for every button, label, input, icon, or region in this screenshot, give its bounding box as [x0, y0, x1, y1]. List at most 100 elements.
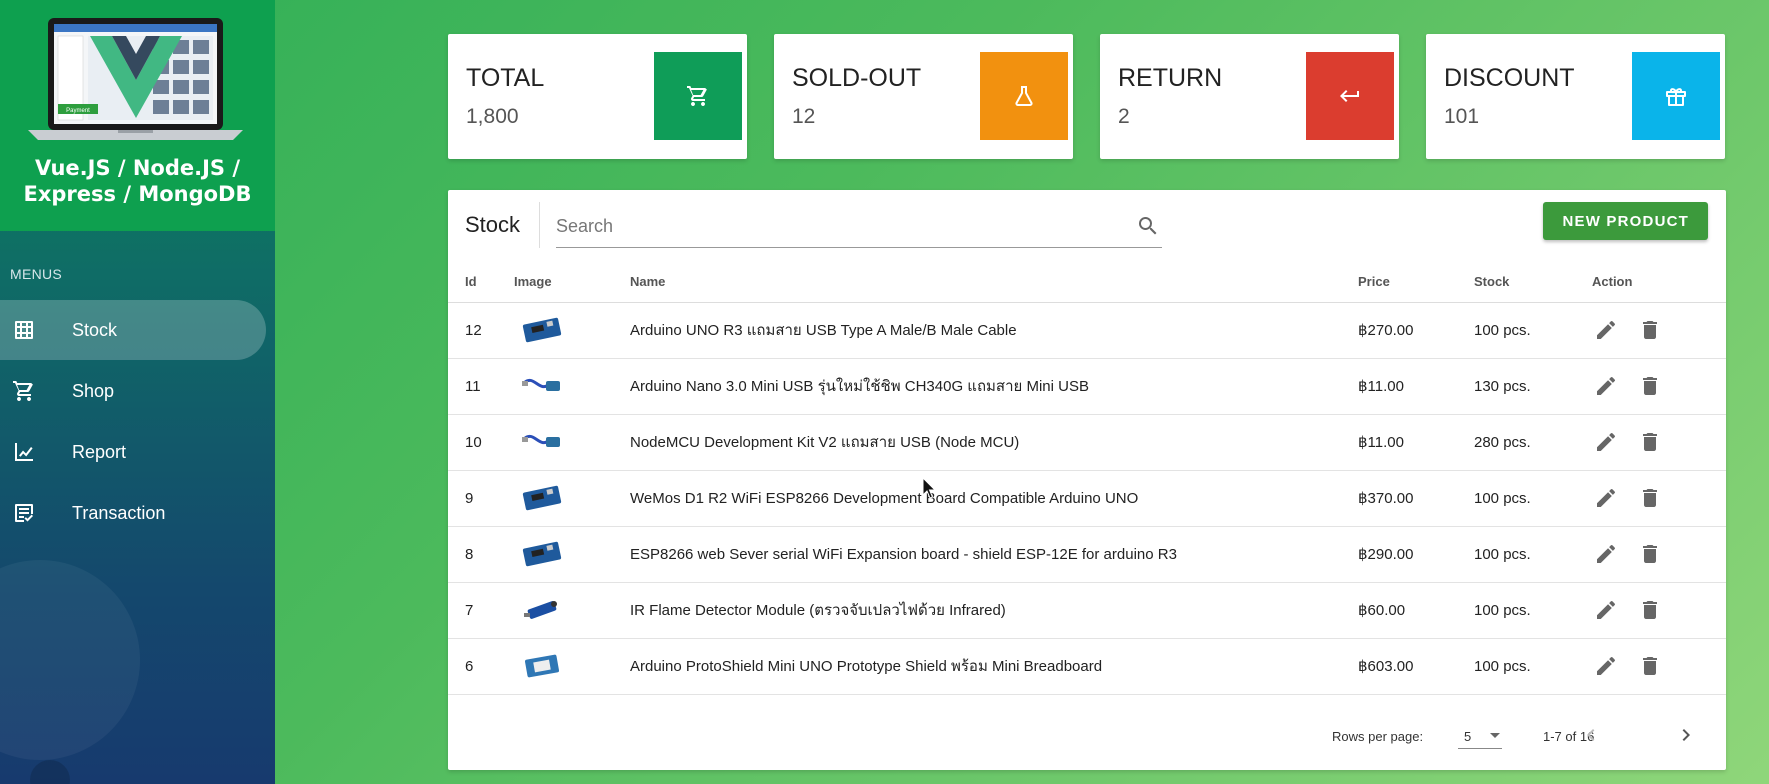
- delete-icon[interactable]: [1638, 430, 1662, 454]
- sidebar-item-label: Report: [72, 441, 127, 462]
- delete-icon[interactable]: [1638, 486, 1662, 510]
- table-row: 7 IR Flame Detector Module (ตรวจจับเปลวไฟ…: [448, 582, 1726, 639]
- edit-icon[interactable]: [1594, 654, 1618, 678]
- product-thumbnail: [524, 654, 560, 678]
- stat-icon-box: [980, 52, 1068, 140]
- column-header-name[interactable]: Name: [630, 266, 1358, 303]
- stat-card-sold-out: SOLD-OUT 12: [774, 34, 1073, 159]
- cell-image: [514, 302, 630, 359]
- column-header-image[interactable]: Image: [514, 266, 630, 303]
- cell-stock: 100 pcs.: [1474, 302, 1592, 359]
- stat-icon-box: [1306, 52, 1394, 140]
- cell-image: [514, 582, 630, 639]
- cell-price: ฿290.00: [1358, 526, 1474, 583]
- delete-icon[interactable]: [1638, 318, 1662, 342]
- cell-id: 10: [448, 414, 514, 471]
- sidebar-item-label: Stock: [72, 319, 118, 340]
- table-row: 12 Arduino UNO R3 แถมสาย USB Type A Male/…: [448, 302, 1726, 359]
- search-icon[interactable]: [1136, 214, 1160, 238]
- prev-page-icon[interactable]: [1579, 723, 1603, 747]
- edit-icon[interactable]: [1594, 486, 1618, 510]
- chevron-down-icon: [1490, 733, 1500, 738]
- cell-image: [514, 358, 630, 415]
- new-product-button[interactable]: NEW PRODUCT: [1543, 202, 1708, 240]
- cell-stock: 280 pcs.: [1474, 414, 1592, 471]
- laptop-logo-image: Payment: [28, 18, 243, 140]
- cell-stock: 100 pcs.: [1474, 526, 1592, 583]
- edit-icon[interactable]: [1594, 374, 1618, 398]
- stat-title: TOTAL: [466, 64, 545, 92]
- decorative-circle: [30, 760, 70, 784]
- column-header-id[interactable]: Id: [448, 266, 514, 303]
- cell-action: [1592, 470, 1726, 527]
- edit-icon[interactable]: [1594, 430, 1618, 454]
- cell-stock: 100 pcs.: [1474, 470, 1592, 527]
- cell-name: Arduino Nano 3.0 Mini USB รุ่นใหม่ใช้ชิพ…: [630, 358, 1358, 415]
- stat-card-discount: DISCOUNT 101: [1426, 34, 1725, 159]
- cell-price: ฿11.00: [1358, 414, 1474, 471]
- sidebar-item-transaction[interactable]: Transaction: [0, 483, 266, 543]
- cell-name: ESP8266 web Sever serial WiFi Expansion …: [630, 526, 1358, 583]
- product-thumbnail: [522, 434, 560, 447]
- edit-icon[interactable]: [1594, 598, 1618, 622]
- decorative-circle: [0, 560, 140, 760]
- stat-icon-box: [1632, 52, 1720, 140]
- cart-icon: [12, 379, 36, 403]
- sidebar-item-label: Transaction: [72, 502, 166, 523]
- cell-image: [514, 470, 630, 527]
- rows-per-page-value: 5: [1464, 729, 1472, 744]
- delete-icon[interactable]: [1638, 374, 1662, 398]
- row-actions: [1592, 486, 1726, 510]
- brand-title: Vue.JS / Node.JS / Express / MongoDB: [0, 155, 275, 207]
- stat-value: 101: [1444, 105, 1480, 128]
- edit-icon[interactable]: [1594, 318, 1618, 342]
- next-page-icon[interactable]: [1674, 723, 1698, 747]
- delete-icon[interactable]: [1638, 542, 1662, 566]
- mouse-cursor-icon: [922, 477, 937, 499]
- cell-id: 6: [448, 638, 514, 695]
- table-row: 10 NodeMCU Development Kit V2 แถมสาย USB …: [448, 414, 1726, 471]
- stock-panel: Stock NEW PRODUCT Id Image Name Price St…: [448, 190, 1726, 770]
- rows-per-page-select[interactable]: 5: [1458, 721, 1502, 749]
- sidebar: Payment Vue.JS / Node.JS / Express / Mon…: [0, 0, 275, 784]
- sidebar-item-label: Shop: [72, 380, 115, 401]
- stat-card-total: TOTAL 1,800: [448, 34, 747, 159]
- cell-id: 8: [448, 526, 514, 583]
- product-thumbnail: [522, 541, 562, 567]
- divider: [539, 202, 540, 248]
- cell-id: 12: [448, 302, 514, 359]
- table-row: 9 WeMos D1 R2 WiFi ESP8266 Development Bo…: [448, 470, 1726, 527]
- product-thumbnail: [522, 378, 560, 391]
- stat-card-return: RETURN 2: [1100, 34, 1399, 159]
- rows-per-page-label: Rows per page:: [1332, 729, 1424, 744]
- panel-title: Stock: [465, 212, 521, 237]
- sidebar-item-stock[interactable]: Stock: [0, 300, 266, 360]
- cell-name: Arduino UNO R3 แถมสาย USB Type A Male/B …: [630, 302, 1358, 359]
- row-actions: [1592, 542, 1726, 566]
- cell-image: [514, 638, 630, 695]
- table-header-row: Id Image Name Price Stock Action: [448, 266, 1726, 303]
- gift-icon: [1666, 88, 1686, 106]
- cell-name: IR Flame Detector Module (ตรวจจับเปลวไฟด…: [630, 582, 1358, 639]
- sidebar-item-shop[interactable]: Shop: [0, 361, 266, 421]
- cell-action: [1592, 526, 1726, 583]
- column-header-stock[interactable]: Stock: [1474, 266, 1592, 303]
- cart-icon: [687, 86, 707, 106]
- delete-icon[interactable]: [1638, 598, 1662, 622]
- menus-label: MENUS: [10, 266, 63, 282]
- stat-title: DISCOUNT: [1444, 64, 1575, 92]
- table-row: 11 Arduino Nano 3.0 Mini USB รุ่นใหม่ใช้ช…: [448, 358, 1726, 415]
- cell-name: WeMos D1 R2 WiFi ESP8266 Development Boa…: [630, 470, 1358, 527]
- cell-action: [1592, 358, 1726, 415]
- chart-icon: [12, 440, 36, 464]
- cell-image: [514, 414, 630, 471]
- sidebar-item-report[interactable]: Report: [0, 422, 266, 482]
- grid-icon: [12, 318, 36, 342]
- column-header-price[interactable]: Price: [1358, 266, 1474, 303]
- delete-icon[interactable]: [1638, 654, 1662, 678]
- edit-icon[interactable]: [1594, 542, 1618, 566]
- search-input[interactable]: [556, 212, 1116, 240]
- flask-icon: [1015, 86, 1033, 106]
- brand-line-2: Express / MongoDB: [23, 182, 252, 206]
- cell-id: 11: [448, 358, 514, 415]
